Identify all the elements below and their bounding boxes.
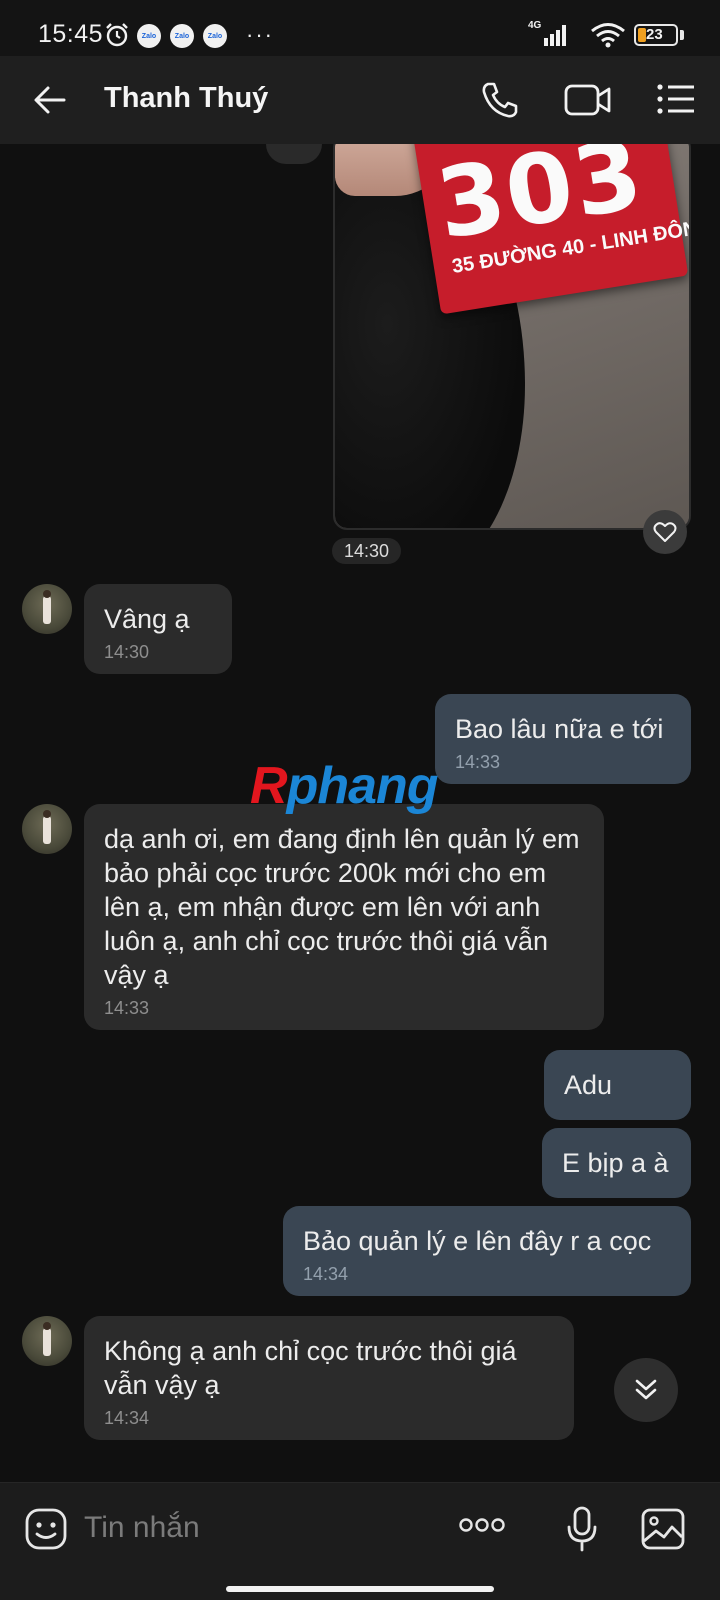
wifi-icon: [591, 23, 625, 48]
list-menu-icon[interactable]: [656, 82, 696, 116]
message-text: dạ anh ơi, em đang định lên quản lý em b…: [104, 824, 580, 990]
message-list[interactable]: 303 35 ĐƯỜNG 40 - LINH ĐÔNG 14:30 Vâng ạ…: [0, 144, 720, 1482]
message-bubble-outgoing[interactable]: Bao lâu nữa e tới 14:33: [435, 694, 691, 784]
battery-level: 23: [646, 26, 663, 43]
heart-icon: [653, 522, 677, 542]
message-text: Không ạ anh chỉ cọc trước thôi giá vẫn v…: [104, 1336, 517, 1400]
contact-name[interactable]: Thanh Thuý: [104, 82, 268, 115]
message-bubble-incoming[interactable]: Vâng ạ 14:30: [84, 584, 232, 674]
message-text: Adu: [564, 1070, 613, 1100]
microphone-icon[interactable]: [566, 1505, 598, 1553]
chat-header: Thanh Thuý: [0, 56, 720, 144]
network-type: 4G: [528, 20, 542, 31]
alarm-icon: [106, 23, 128, 47]
status-time: 15:45: [38, 20, 104, 48]
video-call-icon[interactable]: [564, 82, 612, 118]
message-bubble-outgoing[interactable]: Adu: [544, 1050, 691, 1120]
avatar[interactable]: [22, 584, 72, 634]
message-bubble-outgoing[interactable]: E bịp a à: [542, 1128, 691, 1198]
more-notifications-indicator: ···: [246, 22, 274, 47]
watermark-logo: Rphang: [250, 757, 439, 815]
home-indicator[interactable]: [226, 1586, 494, 1592]
message-input[interactable]: Tin nhắn: [84, 1511, 200, 1545]
status-bar: 15:45 Zalo Zalo Zalo ··· 4G 23: [0, 0, 720, 56]
battery-icon: 23: [634, 24, 678, 46]
message-bubble-outgoing[interactable]: Bảo quản lý e lên đây r a cọc 14:34: [283, 1206, 691, 1296]
scroll-to-bottom-button[interactable]: [614, 1358, 678, 1422]
photo-timestamp: 14:30: [332, 538, 402, 564]
message-time: 14:33: [104, 998, 150, 1018]
zalo-notification-icon: Zalo: [170, 24, 194, 48]
more-options-icon[interactable]: [458, 1517, 506, 1533]
message-bubble-incoming[interactable]: dạ anh ơi, em đang định lên quản lý em b…: [84, 804, 604, 1030]
message-text: Vâng ạ: [104, 604, 190, 634]
photo-message[interactable]: 303 35 ĐƯỜNG 40 - LINH ĐÔNG: [333, 144, 691, 530]
double-chevron-down-icon: [635, 1379, 657, 1400]
signal-icon: 4G: [528, 20, 574, 53]
message-text: Bao lâu nữa e tới: [455, 714, 664, 744]
emoji-icon[interactable]: [24, 1507, 68, 1551]
message-time: 14:34: [104, 1408, 150, 1428]
like-button[interactable]: [643, 510, 687, 554]
zalo-notification-icon: Zalo: [203, 24, 227, 48]
message-time: 14:33: [455, 752, 501, 772]
collapsed-reaction-button[interactable]: [266, 144, 322, 164]
message-text: E bịp a à: [562, 1148, 669, 1178]
phone-icon[interactable]: [480, 80, 520, 120]
message-input-bar: Tin nhắn: [0, 1482, 720, 1600]
message-text: Bảo quản lý e lên đây r a cọc: [303, 1226, 652, 1256]
avatar[interactable]: [22, 1316, 72, 1366]
message-time: 14:34: [303, 1264, 349, 1284]
message-bubble-incoming[interactable]: Không ạ anh chỉ cọc trước thôi giá vẫn v…: [84, 1316, 574, 1440]
message-time: 14:30: [104, 642, 150, 662]
zalo-notification-icon: Zalo: [137, 24, 161, 48]
image-icon[interactable]: [640, 1507, 686, 1551]
avatar[interactable]: [22, 804, 72, 854]
back-arrow-icon[interactable]: [32, 82, 68, 118]
